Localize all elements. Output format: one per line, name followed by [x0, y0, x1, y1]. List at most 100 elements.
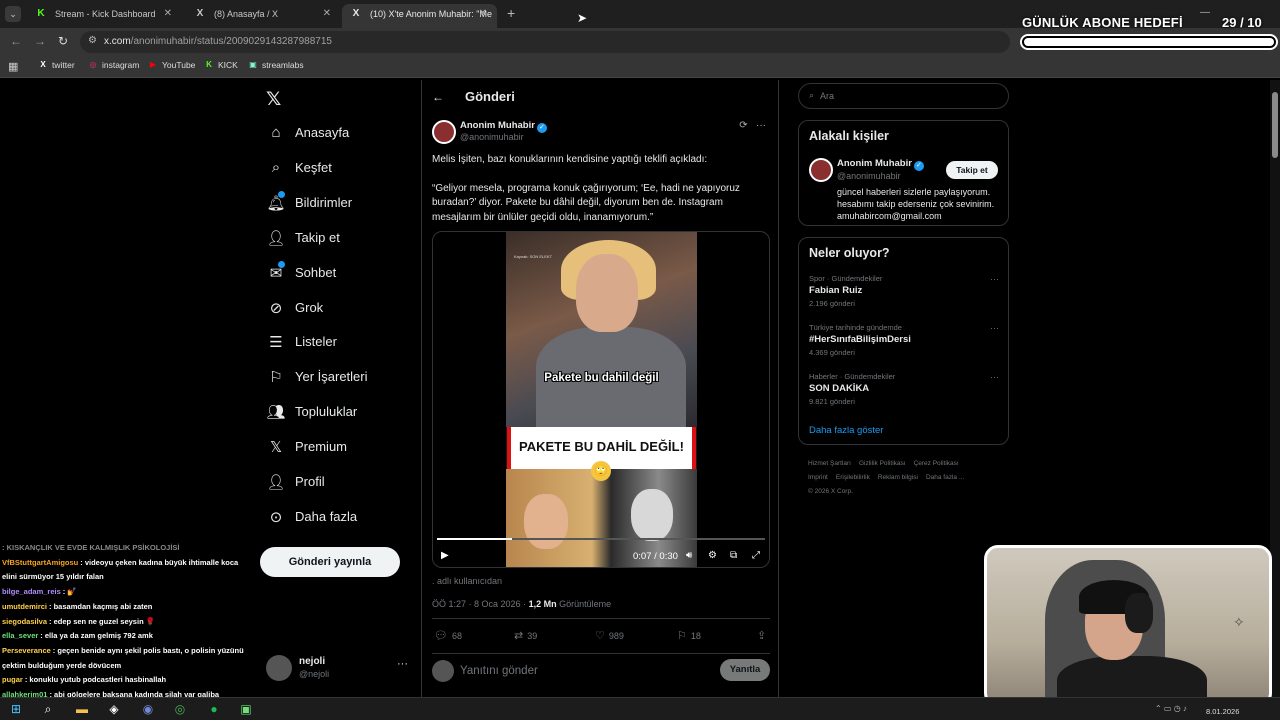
forward-icon[interactable]: →: [34, 34, 46, 48]
account-handle: @nejoli: [299, 669, 330, 679]
trends-panel: Neler oluyor? Spor · Gündemdekiler Fabian…: [798, 237, 1009, 445]
footer-link[interactable]: Hizmet Şartları: [808, 460, 851, 467]
more-dots-icon[interactable]: ···: [990, 372, 999, 382]
like-button[interactable]: ♡ 989: [595, 629, 624, 642]
chrome-icon[interactable]: ◎: [172, 701, 188, 717]
minimize-icon[interactable]: —: [1200, 7, 1210, 18]
post-timestamp[interactable]: ÖÖ 1:27 · 8 Oca 2026 ·: [432, 599, 529, 609]
nav-item-label: Anasayfa: [295, 125, 350, 140]
file-explorer-icon[interactable]: ▬: [74, 701, 90, 717]
author-avatar[interactable]: [809, 158, 833, 182]
follow-button[interactable]: Takip et: [946, 161, 998, 179]
nav-item-follow[interactable]: 👤︎ Takip et: [266, 226, 416, 256]
picture-in-picture-icon[interactable]: ⧉: [730, 550, 737, 561]
chat-username: bilge_adam_reis: [2, 587, 61, 597]
nav-item-bookmark[interactable]: ⚐ Yer İşaretleri: [266, 365, 416, 395]
fullscreen-icon[interactable]: ⤢: [752, 550, 760, 561]
nav-item-bell[interactable]: 🔔︎ Bildirimler: [266, 190, 416, 221]
more-dots-icon[interactable]: ···: [397, 658, 408, 670]
trend-name: #HerSınıfaBilişimDersi: [809, 334, 911, 345]
view-count: 1,2 Mn: [528, 599, 557, 609]
spotify-icon[interactable]: ●: [206, 701, 222, 717]
video-attribution[interactable]: . adlı kullanıcıdan: [432, 576, 502, 586]
reload-icon[interactable]: ↻: [58, 34, 68, 48]
bookmark-instagram[interactable]: ◎ instagram: [88, 60, 140, 70]
bookmark-twitter[interactable]: Xtwitter: [38, 60, 74, 70]
close-tab-icon[interactable]: ✕: [479, 4, 487, 24]
scrollbar-thumb[interactable]: [1272, 92, 1278, 158]
nav-item-grok[interactable]: ⊘ Grok: [266, 296, 416, 326]
footer-link[interactable]: Imprint: [808, 474, 828, 481]
app-icon[interactable]: ◈: [106, 701, 122, 717]
discord-icon[interactable]: ◉: [140, 701, 156, 717]
nav-item-profile[interactable]: 👤︎ Profil: [266, 470, 416, 500]
author-handle[interactable]: @anonimuhabir: [460, 132, 524, 142]
nav-item-x-premium[interactable]: 𝕏 Premium: [266, 435, 416, 465]
play-icon[interactable]: ▶: [441, 550, 449, 561]
grok-explain-icon[interactable]: ⟳: [739, 120, 747, 131]
nav-item-community[interactable]: 👥︎ Topluluklar: [266, 400, 416, 430]
more-dots-icon[interactable]: ···: [756, 120, 766, 131]
bookmark-kick[interactable]: K KICK: [204, 60, 238, 70]
nav-item-label: Topluluklar: [295, 404, 358, 420]
trend-item[interactable]: Türkiye tarihinde gündemde #HerSınıfaBili…: [809, 323, 999, 357]
account-switcher[interactable]: nejoli @nejoli ···: [266, 653, 416, 685]
footer-link[interactable]: Reklam bilgisi: [878, 474, 918, 481]
repost-button[interactable]: ⇄ 39: [514, 629, 537, 642]
apps-grid-icon[interactable]: ▦: [8, 60, 18, 73]
browser-tab-kick-dashboard[interactable]: K Stream - Kick Dashboard ✕: [27, 4, 182, 28]
back-arrow-icon[interactable]: ←: [432, 90, 444, 104]
nav-item-list[interactable]: ☰ Listeler: [266, 330, 416, 360]
bookmark-streamlabs[interactable]: ▣ streamlabs: [248, 60, 303, 70]
bookmark-youtube[interactable]: ▶ YouTube: [148, 60, 195, 70]
close-tab-icon[interactable]: ✕: [323, 4, 331, 24]
windows-start-icon[interactable]: ⊞: [8, 701, 24, 717]
streamlabs-icon[interactable]: ▣: [238, 701, 254, 717]
settings-gear-icon[interactable]: ⚙: [708, 550, 717, 561]
share-icon[interactable]: ⇪: [757, 629, 770, 642]
more-dots-icon[interactable]: ···: [990, 323, 999, 333]
nav-item-more-circle[interactable]: ⊙ Daha fazla: [266, 505, 416, 535]
tab-search-button[interactable]: ⌄: [5, 6, 21, 22]
browser-tab-x-post[interactable]: X (10) X'te Anonim Muhabir: "Me ✕: [342, 4, 497, 28]
show-more-link[interactable]: Daha fazla göster: [809, 425, 883, 436]
nav-item-mail[interactable]: ✉ Sohbet: [266, 260, 416, 291]
site-info-icon[interactable]: ⚙: [88, 35, 97, 46]
video-player[interactable]: Kaynak: SON ELEKT Pakete bu dahil değil …: [432, 231, 770, 568]
nav-item-label: Takip et: [295, 229, 340, 245]
chat-message: pugar: konuklu yutub podcastleri hasbina…: [2, 675, 166, 684]
nav-item-search[interactable]: ⌕ Keşfet: [266, 156, 416, 186]
video-progress-bar[interactable]: [437, 538, 765, 540]
footer-link[interactable]: Gizlilik Politikası: [859, 460, 906, 467]
reply-input[interactable]: Yanıtını gönder: [460, 665, 538, 677]
tab-title: (8) Anasayfa / X: [214, 9, 279, 19]
search-input[interactable]: ⌕ Ara: [798, 83, 1009, 109]
more-dots-icon[interactable]: ···: [990, 274, 999, 284]
system-tray-icons[interactable]: ⌃ ▭ ◷ ♪: [1155, 704, 1187, 713]
browser-tab-x-home[interactable]: X (8) Anasayfa / X ✕: [186, 4, 341, 28]
footer-link[interactable]: Erişilebilirlik: [836, 474, 870, 481]
post-button[interactable]: Gönderi yayınla: [260, 547, 400, 577]
new-tab-button[interactable]: +: [507, 5, 515, 21]
footer-link[interactable]: Çerez Politikası: [914, 460, 959, 467]
chat-message: VfBStuttgartAmigosu: videoyu çeken kadın…: [2, 558, 238, 567]
bookmark-button[interactable]: ⚐ 18: [677, 629, 701, 642]
x-logo-icon[interactable]: 𝕏: [266, 88, 281, 111]
footer-link[interactable]: Daha fazla ...: [926, 474, 964, 481]
reply-submit-button[interactable]: Yanıtla: [720, 659, 770, 681]
panel-title: Alakalı kişiler: [809, 129, 889, 143]
related-name[interactable]: Anonim Muhabir ✓: [837, 158, 924, 171]
trend-item[interactable]: Haberler · Gündemdekiler SON DAKİKA 9.821 …: [809, 372, 999, 406]
trend-item[interactable]: Spor · Gündemdekiler Fabian Ruiz 2.196 gön…: [809, 274, 999, 308]
url-bar[interactable]: ⚙ x.com/anonimuhabir/status/200902914328…: [80, 31, 1010, 53]
reply-button[interactable]: 💬︎ 68: [434, 629, 462, 642]
related-handle[interactable]: @anonimuhabir: [837, 171, 901, 181]
author-avatar[interactable]: [432, 120, 456, 144]
nav-item-home[interactable]: ⌂ Anasayfa: [266, 121, 416, 151]
footer-link[interactable]: © 2026 X Corp.: [808, 488, 853, 495]
search-icon[interactable]: ⌕: [40, 701, 56, 717]
back-icon[interactable]: ←: [10, 34, 22, 48]
close-tab-icon[interactable]: ✕: [164, 4, 172, 24]
volume-icon[interactable]: 🔊︎: [686, 550, 692, 561]
more-circle-icon: ⊙: [269, 508, 283, 526]
